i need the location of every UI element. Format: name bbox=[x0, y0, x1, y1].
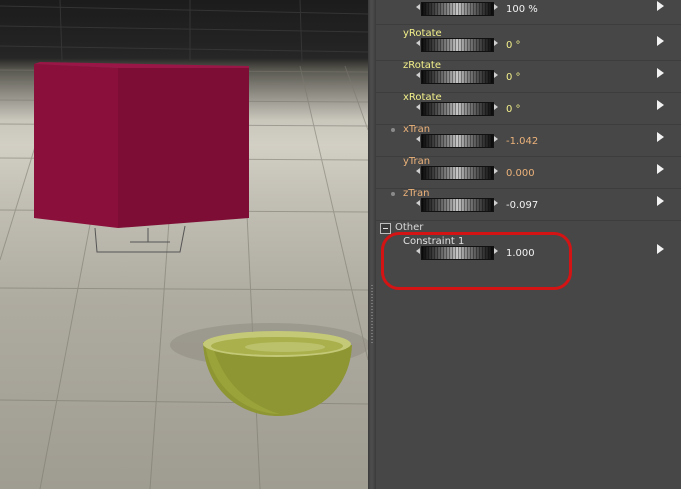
dial-left-arrow-icon[interactable] bbox=[416, 72, 420, 78]
param-value[interactable]: 0 ° bbox=[506, 72, 521, 83]
dial-right-arrow-icon[interactable] bbox=[494, 40, 498, 46]
play-arrow-icon[interactable] bbox=[657, 1, 664, 11]
param-row-xrotate: xRotate 0 ° bbox=[376, 92, 681, 125]
keyframe-dot-icon bbox=[391, 128, 395, 132]
param-value[interactable]: 0 ° bbox=[506, 40, 521, 51]
play-arrow-icon[interactable] bbox=[657, 68, 664, 78]
param-row-zscale: zScale 100 % bbox=[376, 0, 681, 25]
collapse-minus-icon[interactable] bbox=[380, 223, 391, 234]
param-value[interactable]: -1.042 bbox=[506, 136, 538, 147]
dial-right-arrow-icon[interactable] bbox=[494, 168, 498, 174]
dial-wheel[interactable] bbox=[421, 70, 494, 84]
param-dial[interactable] bbox=[416, 2, 498, 16]
param-row-yrotate: yRotate 0 ° bbox=[376, 28, 681, 61]
dial-right-arrow-icon[interactable] bbox=[494, 104, 498, 110]
param-row-ytran: yTran 0.000 bbox=[376, 156, 681, 189]
3d-viewport[interactable] bbox=[0, 0, 368, 489]
dial-left-arrow-icon[interactable] bbox=[416, 168, 420, 174]
dial-left-arrow-icon[interactable] bbox=[416, 200, 420, 206]
param-dial[interactable] bbox=[416, 38, 498, 52]
param-row-ztran: zTran -0.097 bbox=[376, 188, 681, 221]
param-row-zrotate: zRotate 0 ° bbox=[376, 60, 681, 93]
param-dial[interactable] bbox=[416, 70, 498, 84]
wireframe-box bbox=[94, 225, 186, 253]
dial-left-arrow-icon[interactable] bbox=[416, 40, 420, 46]
play-arrow-icon[interactable] bbox=[657, 244, 664, 254]
play-arrow-icon[interactable] bbox=[657, 132, 664, 142]
highlight-annotation bbox=[381, 232, 572, 290]
dial-wheel[interactable] bbox=[421, 102, 494, 116]
dial-wheel[interactable] bbox=[421, 134, 494, 148]
dial-wheel[interactable] bbox=[421, 198, 494, 212]
param-dial[interactable] bbox=[416, 102, 498, 116]
param-value[interactable]: 0.000 bbox=[506, 168, 535, 179]
play-arrow-icon[interactable] bbox=[657, 36, 664, 46]
play-arrow-icon[interactable] bbox=[657, 164, 664, 174]
dial-right-arrow-icon[interactable] bbox=[494, 200, 498, 206]
param-dial[interactable] bbox=[416, 166, 498, 180]
splitter-grip[interactable] bbox=[371, 285, 373, 345]
panel-splitter[interactable] bbox=[368, 0, 376, 489]
param-value[interactable]: 100 % bbox=[506, 4, 538, 15]
dial-left-arrow-icon[interactable] bbox=[416, 4, 420, 10]
scene-svg bbox=[0, 0, 368, 489]
param-row-xtran: xTran -1.042 bbox=[376, 124, 681, 157]
keyframe-dot-icon bbox=[391, 192, 395, 196]
play-arrow-icon[interactable] bbox=[657, 196, 664, 206]
dial-right-arrow-icon[interactable] bbox=[494, 72, 498, 78]
dial-left-arrow-icon[interactable] bbox=[416, 104, 420, 110]
param-value[interactable]: -0.097 bbox=[506, 200, 538, 211]
param-dial[interactable] bbox=[416, 134, 498, 148]
play-arrow-icon[interactable] bbox=[657, 100, 664, 110]
dial-right-arrow-icon[interactable] bbox=[494, 136, 498, 142]
dial-wheel[interactable] bbox=[421, 166, 494, 180]
dial-right-arrow-icon[interactable] bbox=[494, 4, 498, 10]
param-dial[interactable] bbox=[416, 198, 498, 212]
param-value[interactable]: 0 ° bbox=[506, 104, 521, 115]
dial-left-arrow-icon[interactable] bbox=[416, 136, 420, 142]
cube bbox=[34, 62, 249, 228]
dial-wheel[interactable] bbox=[421, 38, 494, 52]
dial-wheel[interactable] bbox=[421, 2, 494, 16]
